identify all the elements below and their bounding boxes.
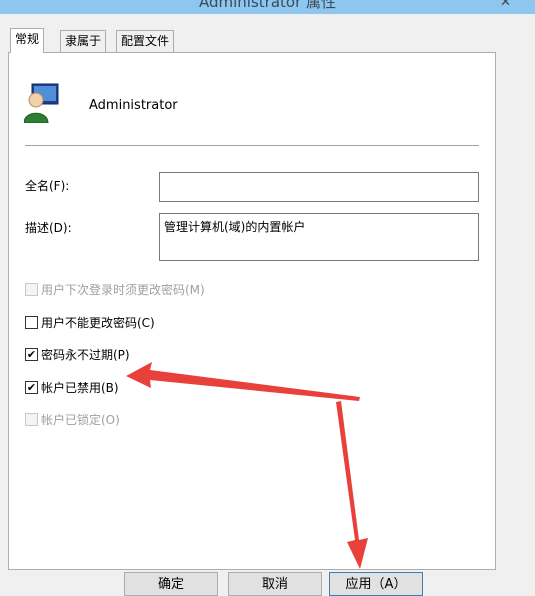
check-icon[interactable]: ✔ xyxy=(25,380,38,394)
checkbox-cannot-change-password[interactable]: 用户不能更改密码(C) xyxy=(25,314,155,330)
tab-profile[interactable]: 配置文件 xyxy=(116,30,175,52)
checkbox-account-disabled[interactable]: ✔ 帐户已禁用(B) xyxy=(25,379,119,395)
checkbox-label: 帐户已锁定(O) xyxy=(41,412,120,427)
description-field[interactable]: 管理计算机(域)的内置帐户 xyxy=(159,213,479,261)
checkbox-label: 用户不能更改密码(C) xyxy=(41,315,155,330)
checkbox-box[interactable] xyxy=(25,315,38,329)
cancel-button[interactable]: 取消 xyxy=(228,572,322,596)
checkbox-box[interactable] xyxy=(25,282,38,296)
tab-member-of[interactable]: 隶属于 xyxy=(60,30,107,52)
user-icon xyxy=(24,83,59,123)
window-title: Administrator 属性 xyxy=(198,0,337,11)
check-icon[interactable]: ✔ xyxy=(25,347,38,361)
checkbox-box[interactable] xyxy=(25,412,38,426)
checkbox-must-change-password[interactable]: 用户下次登录时须更改密码(M) xyxy=(25,281,205,297)
checkbox-password-never-expires[interactable]: ✔ 密码永不过期(P) xyxy=(25,346,130,362)
divider xyxy=(25,145,479,146)
checkbox-account-locked[interactable]: 帐户已锁定(O) xyxy=(25,411,120,427)
username-label: Administrator xyxy=(89,98,178,113)
ok-button[interactable]: 确定 xyxy=(124,572,218,596)
fullname-label: 全名(F): xyxy=(25,179,70,193)
checkbox-label: 帐户已禁用(B) xyxy=(41,380,119,395)
checkbox-label: 用户下次登录时须更改密码(M) xyxy=(41,282,205,297)
properties-dialog: 隶属于 配置文件 常规 Administrator 全名(F): 描述(D): … xyxy=(0,14,535,596)
general-panel: Administrator 全名(F): 描述(D): 管理计算机(域)的内置帐… xyxy=(8,52,496,570)
apply-button[interactable]: 应用（A） xyxy=(329,572,423,596)
close-icon[interactable]: ✕ xyxy=(500,0,511,10)
window-titlebar[interactable]: Administrator 属性 ✕ xyxy=(0,0,535,14)
tab-general[interactable]: 常规 xyxy=(10,28,45,53)
checkbox-label: 密码永不过期(P) xyxy=(41,347,130,362)
fullname-field[interactable] xyxy=(159,172,479,202)
description-label: 描述(D): xyxy=(25,221,72,235)
